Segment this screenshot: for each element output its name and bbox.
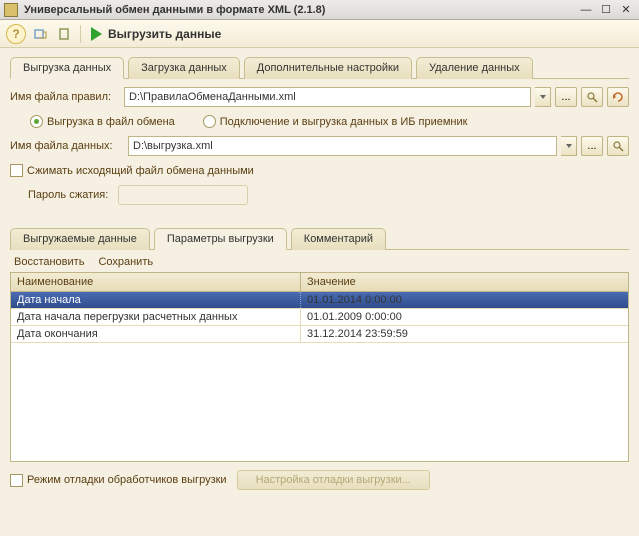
tab-settings[interactable]: Дополнительные настройки — [244, 57, 412, 79]
maximize-button[interactable]: ☐ — [597, 3, 615, 17]
tab-export[interactable]: Выгрузка данных — [10, 57, 124, 79]
export-label: Выгрузить данные — [108, 27, 221, 41]
data-file-input[interactable]: D:\выгрузка.xml — [128, 136, 557, 156]
radio-export-to-file[interactable]: Выгрузка в файл обмена — [30, 115, 175, 128]
table-row[interactable]: Дата начала перегрузки расчетных данных … — [11, 309, 628, 326]
restore-link[interactable]: Восстановить — [14, 256, 84, 268]
radio-icon — [30, 115, 43, 128]
params-grid: Наименование Значение Дата начала 01.01.… — [10, 272, 629, 462]
data-file-browse[interactable]: ... — [581, 136, 603, 156]
tab-comment[interactable]: Комментарий — [291, 228, 386, 250]
table-row[interactable]: Дата окончания 31.12.2014 23:59:59 — [11, 326, 628, 343]
rules-file-label: Имя файла правил: — [10, 91, 120, 103]
password-label: Пароль сжатия: — [28, 189, 108, 201]
save-link[interactable]: Сохранить — [98, 256, 153, 268]
separator — [80, 25, 81, 43]
export-button[interactable]: Выгрузить данные — [87, 25, 225, 43]
cell-name: Дата начала — [11, 292, 301, 308]
rules-file-input[interactable]: D:\ПравилаОбменаДанными.xml — [124, 87, 531, 107]
toolbar: ? Выгрузить данные — [0, 20, 639, 48]
radio-export-to-ib[interactable]: Подключение и выгрузка данных в ИБ прием… — [203, 115, 468, 128]
compress-checkbox[interactable]: Сжимать исходящий файл обмена данными — [10, 164, 254, 177]
data-file-search[interactable] — [607, 136, 629, 156]
rules-file-search[interactable] — [581, 87, 603, 107]
refresh-icon — [611, 90, 625, 104]
cell-value: 31.12.2014 23:59:59 — [301, 326, 628, 342]
magnifier-icon — [586, 91, 598, 103]
window-title: Универсальный обмен данными в формате XM… — [24, 4, 575, 16]
minimize-button[interactable]: — — [577, 3, 595, 17]
password-input[interactable] — [118, 185, 248, 205]
tab-exported-data[interactable]: Выгружаемые данные — [10, 228, 150, 250]
toolbar-icon-1[interactable] — [30, 24, 50, 44]
rules-file-refresh[interactable] — [607, 87, 629, 107]
close-button[interactable]: ✕ — [617, 3, 635, 17]
help-button[interactable]: ? — [6, 24, 26, 44]
play-icon — [91, 27, 102, 41]
cell-name: Дата окончания — [11, 326, 301, 342]
tab-delete[interactable]: Удаление данных — [416, 57, 533, 79]
grid-header-name[interactable]: Наименование — [11, 273, 301, 291]
tab-export-params[interactable]: Параметры выгрузки — [154, 228, 287, 250]
grid-header: Наименование Значение — [11, 273, 628, 292]
tab-import[interactable]: Загрузка данных — [128, 57, 240, 79]
rules-file-dropdown[interactable] — [535, 87, 551, 107]
cell-value: 01.01.2014 0:00:00 — [301, 292, 628, 308]
sub-tabs: Выгружаемые данные Параметры выгрузки Ко… — [10, 227, 629, 250]
main-tabs: Выгрузка данных Загрузка данных Дополнит… — [10, 56, 629, 79]
titlebar: Универсальный обмен данными в формате XM… — [0, 0, 639, 20]
cell-value: 01.01.2009 0:00:00 — [301, 309, 628, 325]
rules-file-browse[interactable]: ... — [555, 87, 577, 107]
radio-icon — [203, 115, 216, 128]
grid-body[interactable]: Дата начала 01.01.2014 0:00:00 Дата нача… — [11, 292, 628, 461]
cell-name: Дата начала перегрузки расчетных данных — [11, 309, 301, 325]
toolbar-icon-2[interactable] — [54, 24, 74, 44]
magnifier-icon — [612, 140, 624, 152]
debug-checkbox[interactable]: Режим отладки обработчиков выгрузки — [10, 474, 227, 487]
data-file-dropdown[interactable] — [561, 136, 577, 156]
data-file-label: Имя файла данных: — [10, 140, 124, 152]
grid-header-value[interactable]: Значение — [301, 273, 628, 291]
checkbox-icon — [10, 474, 23, 487]
sub-toolbar: Восстановить Сохранить — [10, 250, 629, 272]
table-row[interactable]: Дата начала 01.01.2014 0:00:00 — [11, 292, 628, 309]
checkbox-icon — [10, 164, 23, 177]
debug-settings-button: Настройка отладки выгрузки... — [237, 470, 430, 490]
app-icon — [4, 3, 18, 17]
